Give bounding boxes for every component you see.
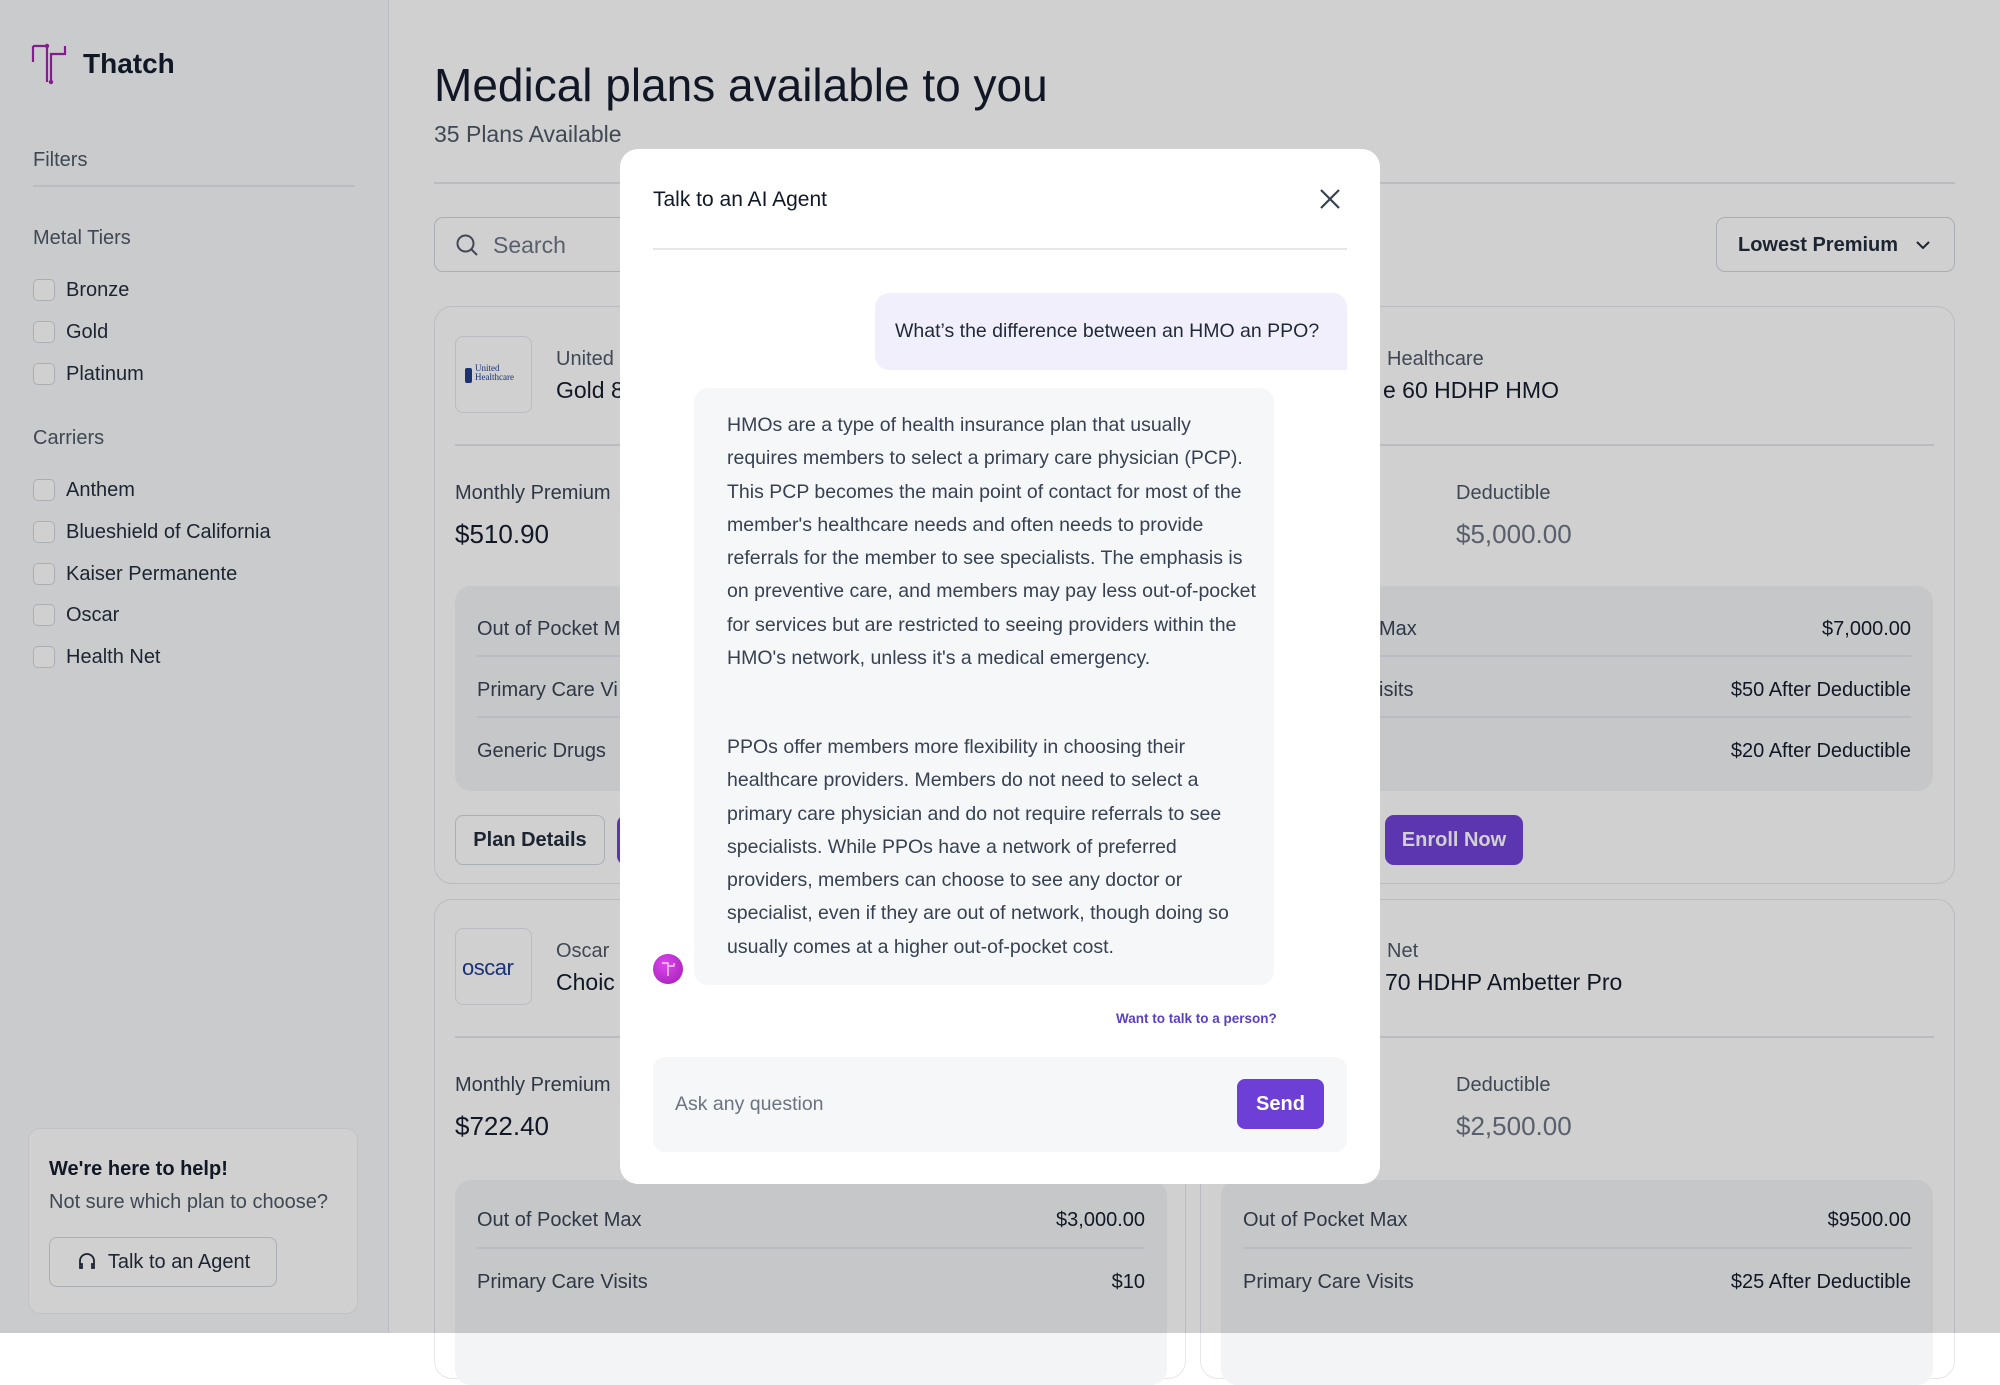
user-message: What’s the difference between an HMO an … — [875, 293, 1347, 370]
ai-agent-modal: Talk to an AI Agent What’s the differenc… — [620, 149, 1380, 1184]
close-icon[interactable] — [1319, 188, 1341, 210]
divider — [653, 248, 1347, 250]
talk-to-person-link[interactable]: Want to talk to a person? — [1116, 1012, 1277, 1026]
assistant-paragraph: PPOs offer members more flexibility in c… — [727, 736, 1229, 958]
user-message-text: What’s the difference between an HMO an … — [895, 320, 1320, 342]
assistant-paragraph: HMOs are a type of health insurance plan… — [727, 414, 1256, 670]
agent-avatar — [653, 954, 683, 984]
assistant-message: HMOs are a type of health insurance plan… — [694, 388, 1274, 985]
chat-input-placeholder: Ask any question — [675, 1093, 824, 1115]
modal-title: Talk to an AI Agent — [653, 188, 827, 211]
send-button[interactable]: Send — [1237, 1079, 1324, 1129]
chat-input[interactable]: Ask any question Send — [653, 1057, 1347, 1152]
thatch-t-icon — [662, 962, 675, 976]
